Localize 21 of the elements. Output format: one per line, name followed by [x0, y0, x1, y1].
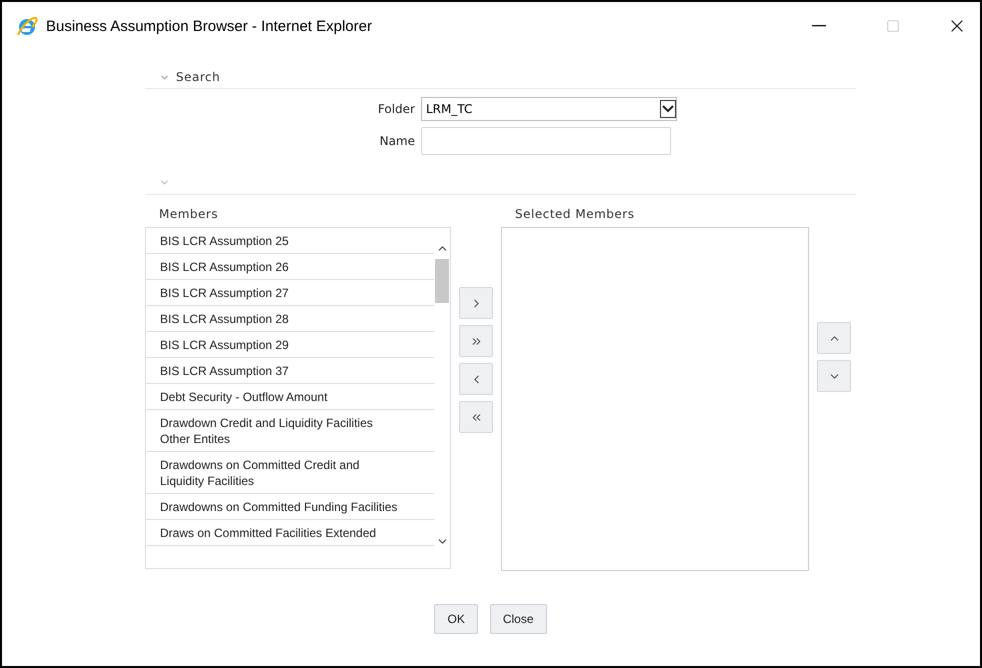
name-label: Name	[378, 134, 415, 148]
browser-logo-icon	[16, 15, 38, 37]
scrollbar-thumb[interactable]	[435, 259, 449, 303]
folder-label: Folder	[376, 102, 415, 116]
close-button[interactable]: Close	[490, 604, 547, 634]
name-field[interactable]	[421, 127, 671, 155]
folder-dropdown[interactable]: LRM_TC	[421, 97, 677, 121]
dropdown-caret-icon	[660, 100, 676, 118]
move-all-right-button[interactable]	[459, 325, 493, 357]
maximize-icon	[886, 19, 900, 33]
minimize-icon	[812, 25, 826, 27]
move-left-button[interactable]	[459, 363, 493, 395]
ok-button[interactable]: OK	[434, 604, 478, 634]
move-up-button[interactable]	[817, 322, 851, 354]
list-heading: Members	[158, 207, 220, 223]
list-heading: Selected Members	[514, 207, 636, 223]
move-down-button[interactable]	[817, 360, 851, 392]
window-title: Business Assumption Browser - Internet Explorer	[46, 18, 373, 34]
move-all-left-button[interactable]	[459, 401, 493, 433]
section-title: Search	[176, 70, 220, 84]
move-right-button[interactable]	[459, 287, 493, 319]
